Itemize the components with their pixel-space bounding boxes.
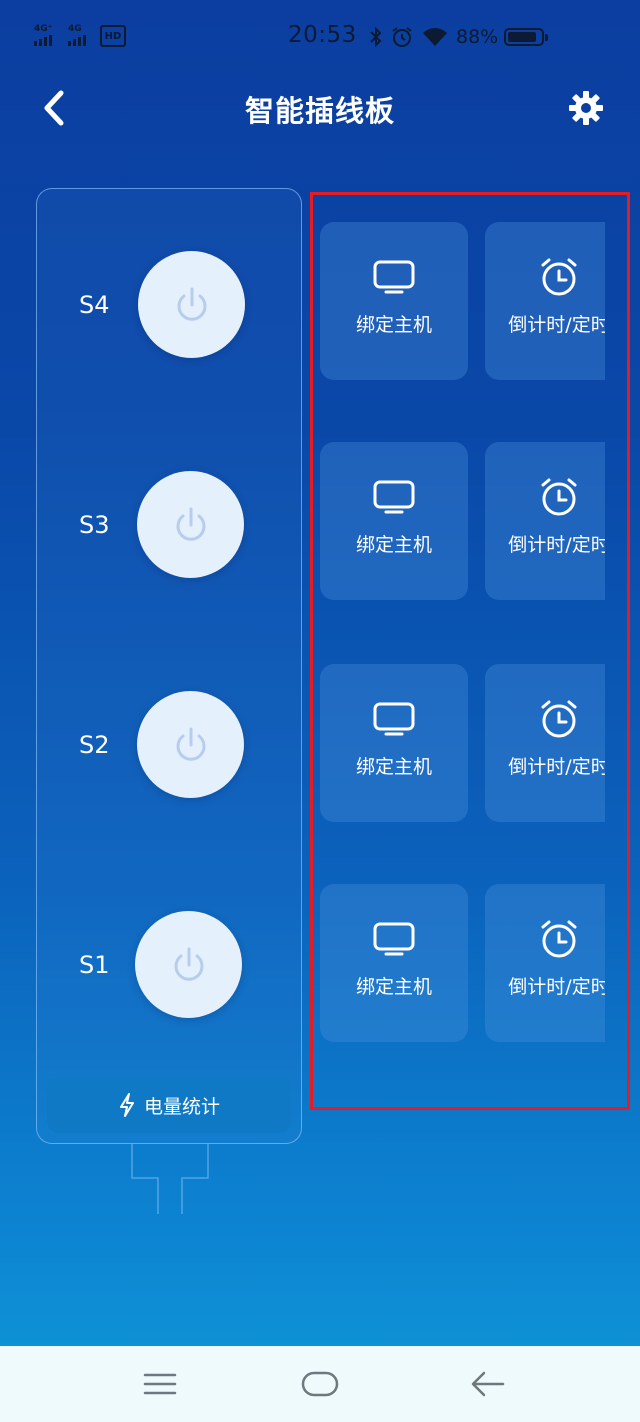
back-button[interactable] bbox=[30, 84, 78, 132]
monitor-icon bbox=[373, 480, 415, 514]
bind-host-card-s4[interactable]: 绑定主机 bbox=[320, 222, 468, 380]
network-type-1: 4G⁺ bbox=[34, 24, 53, 34]
page-title: 智能插线板 bbox=[244, 94, 395, 128]
power-button-s3[interactable] bbox=[137, 471, 244, 578]
home-icon bbox=[301, 1371, 339, 1397]
nav-menu-button[interactable] bbox=[130, 1360, 190, 1408]
signal-bars-1-icon bbox=[34, 35, 52, 46]
socket-label-s4: S4 bbox=[79, 291, 110, 319]
bind-host-card-s3[interactable]: 绑定主机 bbox=[320, 442, 468, 600]
lightning-icon bbox=[119, 1093, 134, 1117]
status-time: 20:53 bbox=[288, 22, 357, 48]
timer-label: 倒计时/定时 bbox=[508, 314, 605, 336]
power-button-s4[interactable] bbox=[138, 251, 245, 358]
bind-host-label: 绑定主机 bbox=[355, 534, 432, 556]
bluetooth-icon bbox=[370, 26, 382, 48]
alarm-clock-icon bbox=[541, 478, 577, 516]
power-icon bbox=[174, 947, 203, 981]
power-button-s2[interactable] bbox=[137, 691, 244, 798]
bind-host-label: 绑定主机 bbox=[355, 756, 432, 778]
bind-host-label: 绑定主机 bbox=[355, 976, 432, 998]
battery-level bbox=[508, 32, 537, 42]
timer-card-s2[interactable]: 倒计时/定时 bbox=[485, 664, 605, 822]
status-icons: 88% bbox=[368, 22, 549, 52]
plug-cord-decoration bbox=[131, 1144, 209, 1214]
timer-label: 倒计时/定时 bbox=[508, 534, 605, 556]
timer-label: 倒计时/定时 bbox=[508, 756, 605, 778]
status-bar: 4G⁺ 4G HD 20:53 88% bbox=[0, 0, 640, 72]
power-stats-label: 电量统计 bbox=[143, 1095, 220, 1118]
timer-card-s3[interactable]: 倒计时/定时 bbox=[485, 442, 605, 600]
power-button-s1[interactable] bbox=[135, 911, 242, 1018]
timer-card-s1[interactable]: 倒计时/定时 bbox=[485, 884, 605, 1042]
battery-icon bbox=[504, 28, 549, 46]
alarm-clock-icon bbox=[541, 258, 577, 296]
power-icon bbox=[177, 287, 206, 321]
power-icon bbox=[176, 507, 205, 541]
bind-host-label: 绑定主机 bbox=[355, 314, 432, 336]
monitor-icon bbox=[373, 922, 415, 956]
alarm-clock-icon bbox=[541, 920, 577, 958]
chevron-left-icon bbox=[44, 90, 64, 126]
monitor-icon bbox=[373, 260, 415, 294]
gear-icon bbox=[569, 91, 603, 125]
timer-label: 倒计时/定时 bbox=[508, 976, 605, 998]
hd-badge: HD bbox=[100, 25, 126, 47]
power-stats-button[interactable]: 电量统计 bbox=[47, 1077, 291, 1133]
wifi-icon bbox=[423, 28, 447, 46]
monitor-icon bbox=[373, 702, 415, 736]
bind-host-card-s2[interactable]: 绑定主机 bbox=[320, 664, 468, 822]
signal-bars-2-icon bbox=[68, 35, 86, 46]
system-nav-bar bbox=[0, 1346, 640, 1422]
power-icon bbox=[176, 727, 205, 761]
network-type-2: 4G bbox=[68, 24, 82, 34]
menu-icon bbox=[143, 1373, 177, 1395]
back-arrow-icon bbox=[471, 1371, 505, 1397]
battery-percent: 88% bbox=[456, 26, 499, 48]
socket-actions-grid: 绑定主机 倒计时/定时 绑定主机 倒计时/定时 绑定主机 倒计时/定时 绑定主机… bbox=[320, 222, 605, 1052]
nav-back-button[interactable] bbox=[458, 1360, 518, 1408]
socket-label-s2: S2 bbox=[79, 731, 110, 759]
timer-card-s4[interactable]: 倒计时/定时 bbox=[485, 222, 605, 380]
socket-label-s3: S3 bbox=[79, 511, 110, 539]
socket-label-s1: S1 bbox=[79, 951, 110, 979]
alarm-icon bbox=[392, 27, 412, 47]
power-strip-panel: S4 S3 S2 S1 电量统计 bbox=[36, 188, 302, 1144]
settings-button[interactable] bbox=[562, 84, 610, 132]
bind-host-card-s1[interactable]: 绑定主机 bbox=[320, 884, 468, 1042]
nav-home-button[interactable] bbox=[290, 1360, 350, 1408]
signal-indicators: 4G⁺ 4G HD bbox=[34, 24, 134, 48]
alarm-clock-icon bbox=[541, 700, 577, 738]
